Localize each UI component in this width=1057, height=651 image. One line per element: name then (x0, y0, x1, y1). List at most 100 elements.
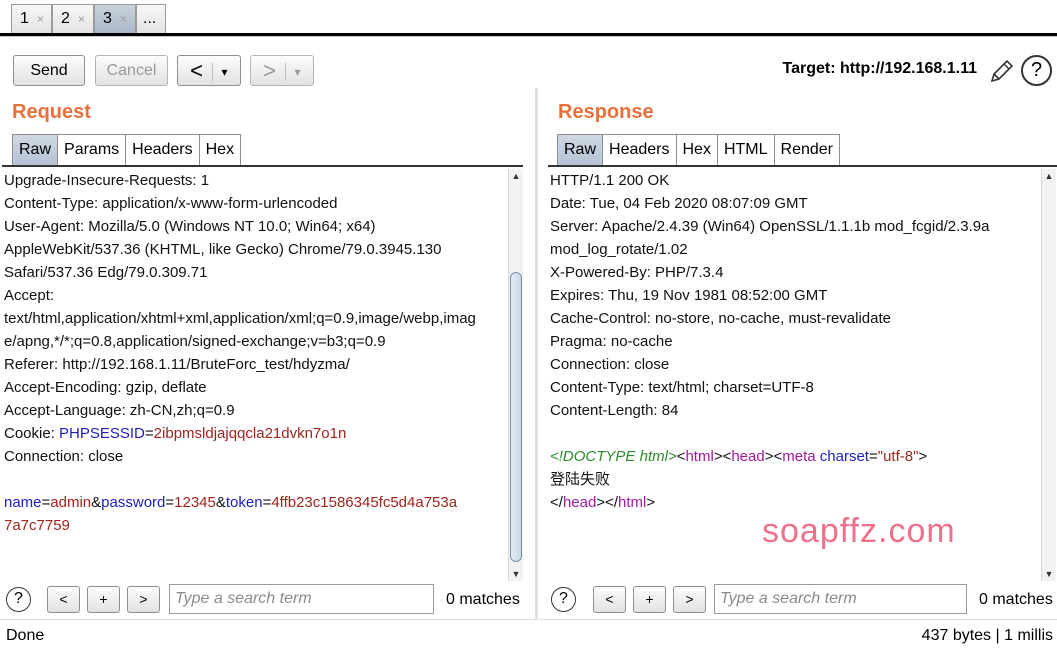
param-name: password (101, 494, 166, 511)
back-button[interactable]: < ▾ (177, 55, 241, 86)
response-scrollbar[interactable]: ▲ ▼ (1041, 169, 1056, 581)
angle-open: < (773, 448, 783, 465)
tab-3[interactable]: 3 × (94, 4, 136, 33)
equals-sign: = (144, 425, 154, 442)
divider (0, 36, 1057, 37)
response-stats: 437 bytes | 1 millis (921, 627, 1053, 644)
help-icon[interactable]: ? (551, 587, 576, 612)
request-line: Safari/537.36 Edg/79.0.309.71 (4, 264, 208, 281)
tab-render[interactable]: Render (773, 134, 840, 165)
chevron-down-icon[interactable]: ▾ (213, 58, 237, 87)
request-line: Content-Type: application/x-www-form-url… (4, 195, 338, 212)
search-input[interactable] (169, 584, 434, 614)
tab-hex[interactable]: Hex (675, 134, 718, 165)
tab-raw[interactable]: Raw (12, 134, 59, 165)
angle-close: > (646, 494, 656, 511)
scroll-up-icon[interactable]: ▲ (1042, 169, 1056, 183)
tab-params[interactable]: Params (57, 134, 127, 165)
equals-sign: = (165, 494, 175, 511)
close-icon[interactable]: × (78, 12, 85, 26)
pane-splitter[interactable] (535, 88, 538, 644)
param-value: 7a7c7759 (4, 517, 70, 534)
param-name: name (4, 494, 42, 511)
html-tag: head (562, 494, 597, 511)
equals-sign: = (868, 448, 878, 465)
chevron-down-icon[interactable]: ▾ (286, 58, 310, 87)
doctype: <!DOCTYPE html> (550, 448, 677, 465)
angle-open: </ (605, 494, 619, 511)
status-bar (0, 619, 1057, 651)
search-prev-button[interactable]: < (47, 586, 80, 613)
body-line: name=admin&password=12345&token=4ffb23c1… (4, 491, 507, 514)
request-line: Accept-Language: zh-CN,zh;q=0.9 (4, 402, 235, 419)
angle-open: </ (550, 494, 563, 511)
cookie-key: PHPSESSID (59, 425, 145, 442)
tab-more[interactable]: ... (136, 4, 166, 33)
response-line: X-Powered-By: PHP/7.3.4 (550, 264, 724, 281)
request-line: AppleWebKit/537.36 (KHTML, like Gecko) C… (4, 241, 442, 258)
cookie-value: 2ibpmsldjajqqcla21dvkn7o1n (153, 425, 347, 442)
cancel-button[interactable]: Cancel (95, 55, 168, 86)
back-arrow-icon: < (190, 58, 203, 83)
equals-sign: = (41, 494, 51, 511)
request-line: Accept: (4, 287, 55, 304)
tab-2[interactable]: 2 × (52, 4, 94, 33)
tab-label: 3 (103, 10, 112, 27)
tab-headers[interactable]: Headers (602, 134, 677, 165)
html-body-text: 登陆失败 (550, 471, 611, 488)
help-icon[interactable]: ? (1021, 55, 1052, 86)
forward-arrow-icon: > (263, 58, 276, 83)
html-tag: meta (782, 448, 816, 465)
close-icon[interactable]: × (37, 12, 44, 26)
tab-headers[interactable]: Headers (125, 134, 200, 165)
scroll-up-icon[interactable]: ▲ (509, 169, 523, 183)
angle-close: > (596, 494, 606, 511)
response-line: Content-Length: 84 (550, 402, 679, 419)
search-next-button[interactable]: > (673, 586, 706, 613)
search-next-button[interactable]: > (127, 586, 160, 613)
match-count: 0 matches (979, 591, 1053, 608)
html-line: </head></html> (550, 491, 1040, 514)
help-icon[interactable]: ? (6, 587, 31, 612)
ampersand: & (215, 494, 226, 511)
request-line: e/apng,*/*;q=0.8,application/signed-exch… (4, 333, 386, 350)
search-input[interactable] (714, 584, 967, 614)
tab-hex[interactable]: Hex (198, 134, 242, 165)
angle-close: > (713, 448, 723, 465)
divider (548, 165, 1057, 167)
request-line: Referer: http://192.168.1.11/BruteForc_t… (4, 356, 350, 373)
forward-button[interactable]: > ▾ (250, 55, 314, 86)
angle-close: > (918, 448, 928, 465)
tab-strip: 1 × 2 × 3 × ... (0, 0, 1057, 34)
send-button[interactable]: Send (13, 55, 85, 86)
scroll-down-icon[interactable]: ▼ (509, 567, 523, 581)
request-editor[interactable]: Upgrade-Insecure-Requests: 1 Content-Typ… (4, 169, 507, 581)
body-line: 7a7c7759 (4, 514, 507, 537)
response-line: mod_log_rotate/1.02 (550, 241, 688, 258)
response-line: Expires: Thu, 19 Nov 1981 08:52:00 GMT (550, 287, 828, 304)
search-add-button[interactable]: + (87, 586, 120, 613)
watermark: soapffz.com (762, 512, 956, 550)
response-line: HTTP/1.1 200 OK (550, 172, 670, 189)
param-value: admin (50, 494, 92, 511)
scroll-down-icon[interactable]: ▼ (1042, 567, 1056, 581)
request-scrollbar[interactable]: ▲ ▼ (508, 169, 523, 581)
request-line: User-Agent: Mozilla/5.0 (Windows NT 10.0… (4, 218, 376, 235)
tab-1[interactable]: 1 × (11, 4, 52, 33)
tab-label: 1 (20, 10, 29, 27)
ampersand: & (91, 494, 102, 511)
tab-html[interactable]: HTML (716, 134, 775, 165)
status-text: Done (6, 627, 45, 644)
response-line: Pragma: no-cache (550, 333, 673, 350)
tab-raw[interactable]: Raw (557, 134, 604, 165)
request-line: Upgrade-Insecure-Requests: 1 (4, 172, 210, 189)
scroll-thumb[interactable] (510, 272, 522, 562)
response-line: Date: Tue, 04 Feb 2020 08:07:09 GMT (550, 195, 808, 212)
pencil-icon[interactable] (988, 57, 1016, 85)
response-line: Cache-Control: no-store, no-cache, must-… (550, 310, 891, 327)
response-view-tabs: Raw Headers Hex HTML Render (557, 134, 840, 165)
search-prev-button[interactable]: < (593, 586, 626, 613)
close-icon[interactable]: × (120, 12, 127, 26)
search-add-button[interactable]: + (633, 586, 666, 613)
